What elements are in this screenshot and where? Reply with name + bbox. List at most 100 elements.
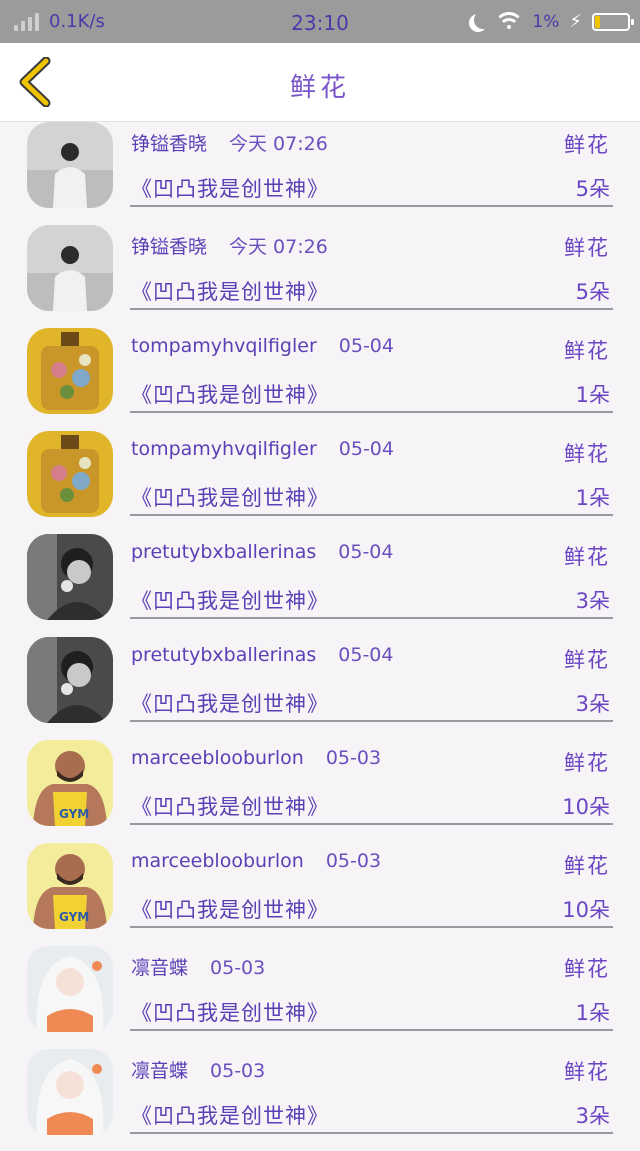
gift-count: 5朵 [575,280,610,304]
sender-line: pretutybxballerinas 05-04 [131,541,393,563]
book-title: 《凹凸我是创世神》 [131,383,329,407]
page-title: 鲜花 [289,73,350,103]
send-time: 05-04 [338,335,394,357]
avatar[interactable] [27,122,113,208]
gift-type: 鲜花 [564,854,610,878]
book-title: 《凹凸我是创世神》 [131,795,329,819]
sender-name: marceeblooburlon [131,747,304,769]
sender-name: tompamyhvqilfigler [131,438,317,460]
status-bar: 0.1K/s 23:10 1% ⚡ [0,0,640,43]
sender-line: pretutybxballerinas 05-04 [131,644,393,666]
avatar[interactable]: GYM [27,843,113,929]
list-item[interactable]: GYM marceeblooburlon 05-03 鲜花 《凹凸我是创世神》 1… [0,842,640,945]
divider [130,617,613,619]
charging-icon: ⚡ [569,11,582,32]
sender-line: 铮镒香晓 今天 07:26 [131,232,328,259]
list-item[interactable]: 铮镒香晓 今天 07:26 鲜花 《凹凸我是创世神》 5朵 [0,121,640,224]
book-title: 《凹凸我是创世神》 [131,1001,329,1025]
sender-line: tompamyhvqilfigler 05-04 [131,335,394,357]
book-title: 《凹凸我是创世神》 [131,280,329,304]
divider [130,514,613,516]
sender-line: marceeblooburlon 05-03 [131,747,381,769]
divider [130,720,613,722]
gift-count: 1朵 [575,383,610,407]
divider [130,823,613,825]
list-item[interactable]: tompamyhvqilfigler 05-04 鲜花 《凹凸我是创世神》 1朵 [0,327,640,430]
divider [130,1132,613,1134]
gift-type: 鲜花 [564,1060,610,1084]
send-time: 05-04 [338,541,394,563]
avatar[interactable] [27,534,113,620]
divider [130,411,613,413]
gift-type: 鲜花 [564,339,610,363]
send-time: 今天 07:26 [229,236,328,258]
gift-count: 3朵 [575,692,610,716]
send-time: 05-03 [210,1060,266,1082]
sender-line: 凛音蝶 05-03 [131,1056,265,1083]
gift-count: 1朵 [575,1001,610,1025]
gift-count: 3朵 [575,589,610,613]
book-title: 《凹凸我是创世神》 [131,486,329,510]
sender-name: tompamyhvqilfigler [131,335,317,357]
gift-record-list: 铮镒香晓 今天 07:26 鲜花 《凹凸我是创世神》 5朵 铮镒香晓 今天 07:2… [0,121,640,1151]
divider [130,308,613,310]
gift-count: 10朵 [562,898,610,922]
sender-name: pretutybxballerinas [131,644,317,666]
avatar[interactable] [27,431,113,517]
moon-icon [474,11,492,29]
gift-count: 1朵 [575,486,610,510]
list-item[interactable]: 凛音蝶 05-03 鲜花 《凹凸我是创世神》 3朵 [0,1048,640,1151]
list-item[interactable]: GYM marceeblooburlon 05-03 鲜花 《凹凸我是创世神》 1… [0,739,640,842]
sender-name: 凛音蝶 [131,1060,189,1082]
gift-type: 鲜花 [564,648,610,672]
send-time: 今天 07:26 [229,133,328,155]
wifi-icon [494,11,525,32]
send-time: 05-03 [325,747,382,769]
send-time: 05-04 [338,644,394,666]
svg-text:GYM: GYM [59,807,89,821]
avatar[interactable] [27,328,113,414]
gift-type: 鲜花 [564,751,610,775]
header: 鲜花 [0,43,640,122]
list-item[interactable]: tompamyhvqilfigler 05-04 鲜花 《凹凸我是创世神》 1朵 [0,430,640,533]
divider [130,926,613,928]
sender-name: 铮镒香晓 [131,133,208,155]
gift-type: 鲜花 [564,236,610,260]
sender-name: pretutybxballerinas [131,541,317,563]
battery-icon [592,12,634,31]
book-title: 《凹凸我是创世神》 [131,1104,329,1128]
book-title: 《凹凸我是创世神》 [131,177,329,201]
divider [130,1029,613,1031]
book-title: 《凹凸我是创世神》 [131,692,329,716]
gift-count: 3朵 [575,1104,610,1128]
send-time: 05-03 [325,850,382,872]
send-time: 05-04 [338,438,394,460]
avatar[interactable] [27,637,113,723]
gift-type: 鲜花 [564,133,610,157]
book-title: 《凹凸我是创世神》 [131,589,329,613]
list-item[interactable]: pretutybxballerinas 05-04 鲜花 《凹凸我是创世神》 3朵 [0,533,640,636]
svg-text:GYM: GYM [59,910,89,924]
send-time: 05-03 [210,957,266,979]
sender-line: tompamyhvqilfigler 05-04 [131,438,394,460]
avatar[interactable] [27,946,113,1032]
list-item[interactable]: pretutybxballerinas 05-04 鲜花 《凹凸我是创世神》 3朵 [0,636,640,739]
battery-percent: 1% [532,11,560,32]
list-item[interactable]: 铮镒香晓 今天 07:26 鲜花 《凹凸我是创世神》 5朵 [0,224,640,327]
list-item[interactable]: 凛音蝶 05-03 鲜花 《凹凸我是创世神》 1朵 [0,945,640,1048]
avatar[interactable]: GYM [27,740,113,826]
sender-line: 铮镒香晓 今天 07:26 [131,129,328,156]
sender-name: 凛音蝶 [131,957,189,979]
avatar[interactable] [27,225,113,311]
divider [130,205,613,207]
avatar[interactable] [27,1049,113,1135]
gift-count: 10朵 [562,795,610,819]
book-title: 《凹凸我是创世神》 [131,898,329,922]
gift-type: 鲜花 [564,442,610,466]
sender-name: 铮镒香晓 [131,236,208,258]
gift-type: 鲜花 [564,957,610,981]
sender-line: marceeblooburlon 05-03 [131,850,381,872]
gift-count: 5朵 [575,177,610,201]
sender-line: 凛音蝶 05-03 [131,953,265,980]
gift-type: 鲜花 [564,545,610,569]
